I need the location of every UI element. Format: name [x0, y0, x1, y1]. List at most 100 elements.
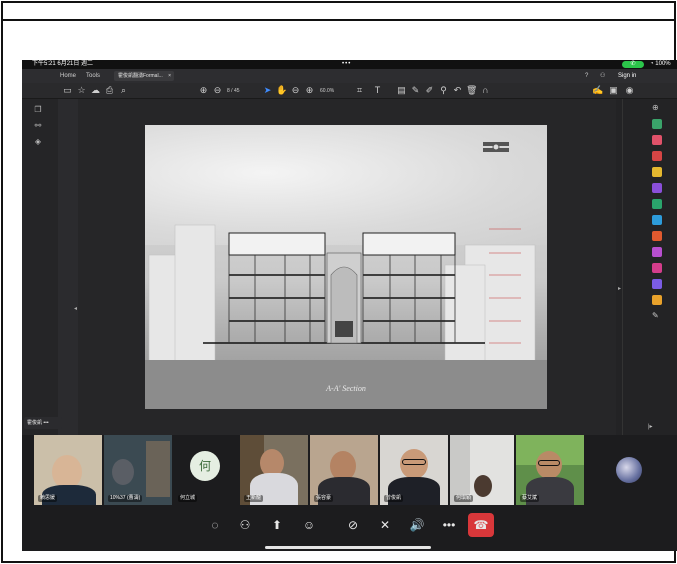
- cloud-icon[interactable]: ☁: [90, 85, 101, 96]
- glasses-icon: [402, 459, 426, 465]
- participant-tile[interactable]: 曾俊凱: [380, 435, 448, 505]
- star-icon[interactable]: ☆: [76, 85, 87, 96]
- camera-off-icon[interactable]: ⊘: [342, 514, 364, 536]
- participant-tile[interactable]: 張容豪: [310, 435, 378, 505]
- page-indicator[interactable]: 8 / 45: [227, 86, 240, 96]
- presenter-name: 霍俊凱: [27, 420, 43, 426]
- undo-icon[interactable]: ↶: [452, 85, 463, 96]
- participant-tile[interactable]: 賴思媛: [34, 435, 102, 505]
- combine-files-icon[interactable]: [652, 183, 662, 193]
- participants-icon[interactable]: ⚇: [234, 514, 256, 536]
- sign-in-button[interactable]: Sign in: [618, 69, 636, 83]
- send-sign-icon[interactable]: [652, 279, 662, 289]
- participant-tile[interactable]: 王新龍: [240, 435, 308, 505]
- more-options-icon[interactable]: •••: [438, 514, 460, 536]
- redact-icon[interactable]: [652, 231, 662, 241]
- help-icon[interactable]: ?: [585, 69, 588, 83]
- collapse-left-icon[interactable]: ◂: [74, 305, 77, 312]
- zoom-out-icon[interactable]: ⊖: [290, 85, 301, 96]
- collapse-right-icon[interactable]: ▸: [618, 285, 621, 292]
- pdf-toolbar: ▭ ☆ ☁ ⎙ ⌕ ⊕ ⊖ 8 / 45 ➤ ✋ ⊖ ⊕ 60.0% ⌗ T ▤…: [22, 83, 677, 99]
- zoom-level[interactable]: 60.0%: [320, 86, 334, 96]
- call-indicator-icon[interactable]: ✆: [622, 61, 644, 68]
- fill-sign-icon[interactable]: [652, 263, 662, 273]
- scan-icon[interactable]: [652, 215, 662, 225]
- organize-pages-icon[interactable]: [652, 199, 662, 209]
- search-icon[interactable]: ⌕: [118, 85, 129, 96]
- page-down-icon[interactable]: ⊖: [212, 85, 223, 96]
- comment-tool-icon[interactable]: [652, 167, 662, 177]
- participant-name: 張容豪: [314, 495, 334, 502]
- save-icon[interactable]: ▭: [62, 85, 73, 96]
- bookshelf: [146, 441, 170, 497]
- zoom-tool-icon[interactable]: ⊕: [652, 103, 662, 113]
- participant-tile[interactable]: 10%37 (曹濤): [104, 435, 172, 505]
- layers-icon[interactable]: ◈: [33, 137, 43, 147]
- edit-icon[interactable]: ✍: [592, 85, 603, 96]
- participant-tile[interactable]: 何琪穎: [450, 435, 514, 505]
- document-canvas[interactable]: A-A' Section: [78, 99, 616, 435]
- highlight-icon[interactable]: ✐: [424, 85, 435, 96]
- attach-icon[interactable]: ⚯: [33, 121, 43, 131]
- hand-icon[interactable]: ✋: [276, 85, 287, 96]
- select-cursor-icon[interactable]: ➤: [262, 85, 273, 96]
- chat-icon[interactable]: ◌: [204, 514, 226, 536]
- left-sidebar: ❐ ⚯ ◈: [22, 99, 58, 435]
- battery-indicator: ◔ 100%: [650, 61, 671, 67]
- print-icon[interactable]: ⎙: [104, 85, 115, 96]
- stamp-icon[interactable]: ⚲: [438, 85, 449, 96]
- nav-home[interactable]: Home: [60, 69, 76, 83]
- pages-icon[interactable]: ❐: [33, 105, 43, 115]
- pen-icon[interactable]: ✎: [410, 85, 421, 96]
- mic-off-icon[interactable]: ✕: [374, 514, 396, 536]
- reactions-icon[interactable]: ☺: [298, 514, 320, 536]
- nav-tools[interactable]: Tools: [86, 69, 100, 83]
- participant-tile[interactable]: 何 何立城: [174, 435, 236, 505]
- left-panel-handle[interactable]: ◂: [58, 99, 78, 435]
- document-tab-title: 霍俊凱翻湧Formal...: [118, 73, 163, 79]
- participant-tile[interactable]: 蔡艾斌: [516, 435, 584, 505]
- share-screen-icon[interactable]: ⬆: [266, 514, 288, 536]
- screen-icon[interactable]: ▣: [608, 85, 619, 96]
- close-tab-icon[interactable]: ×: [168, 71, 171, 81]
- participant-face: [52, 455, 82, 489]
- link-icon[interactable]: ∩: [480, 85, 491, 96]
- participant-name: 何立城: [178, 495, 198, 502]
- document-tab[interactable]: 霍俊凱翻湧Formal... ×: [114, 71, 174, 81]
- crop-icon[interactable]: ⌗: [354, 85, 365, 96]
- status-time: 下午5:21 6月21日 週二: [32, 61, 94, 67]
- right-tools-panel: ▸ ⊕ ✎ |▸: [616, 99, 677, 435]
- profile-icon[interactable]: ◉: [624, 85, 635, 96]
- app-topbar: Home Tools 霍俊凱翻湧Formal... × ? ⚇ Sign in: [22, 69, 677, 83]
- user-icon[interactable]: ⚇: [600, 69, 605, 83]
- more-tools-icon[interactable]: ✎: [652, 311, 662, 321]
- export-pdf-icon[interactable]: [652, 119, 662, 129]
- participant-avatar: 何: [190, 451, 220, 481]
- participant-name: 何琪穎: [454, 495, 474, 502]
- panel-toggle-icon[interactable]: |▸: [648, 423, 653, 430]
- right-panel-divider: [622, 99, 623, 435]
- zoom-in-icon[interactable]: ⊕: [304, 85, 315, 96]
- comment-icon[interactable]: ▤: [396, 85, 407, 96]
- end-call-button[interactable]: ☎: [468, 513, 494, 537]
- participant-name: 王新龍: [244, 495, 264, 502]
- participant-name: 曾俊凱: [384, 495, 404, 502]
- edit-pdf-icon[interactable]: [652, 151, 662, 161]
- presenter-label[interactable]: 霍俊凱 •••: [24, 417, 62, 429]
- protect-icon[interactable]: [652, 247, 662, 257]
- home-indicator[interactable]: [265, 546, 431, 549]
- self-avatar[interactable]: [616, 457, 642, 483]
- meeting-panel: 賴思媛 10%37 (曹濤) 何 何立城 王新龍 張容豪 曾俊凱 何琪穎 蔡艾斌…: [22, 435, 677, 551]
- multitask-dots[interactable]: •••: [342, 60, 351, 69]
- text-icon[interactable]: T: [372, 85, 383, 96]
- participant-face: [474, 475, 492, 497]
- participant-name: 10%37 (曹濤): [108, 495, 143, 502]
- create-pdf-icon[interactable]: [652, 135, 662, 145]
- glasses-icon: [538, 460, 560, 466]
- delete-icon[interactable]: 🗑: [466, 85, 477, 96]
- architecture-slide: A-A' Section: [145, 125, 547, 409]
- speaker-icon[interactable]: 🔊: [406, 514, 428, 536]
- page-up-icon[interactable]: ⊕: [198, 85, 209, 96]
- prepare-form-icon[interactable]: [652, 295, 662, 305]
- status-bar: 下午5:21 6月21日 週二 ••• ✆ ◔ 100%: [22, 60, 677, 69]
